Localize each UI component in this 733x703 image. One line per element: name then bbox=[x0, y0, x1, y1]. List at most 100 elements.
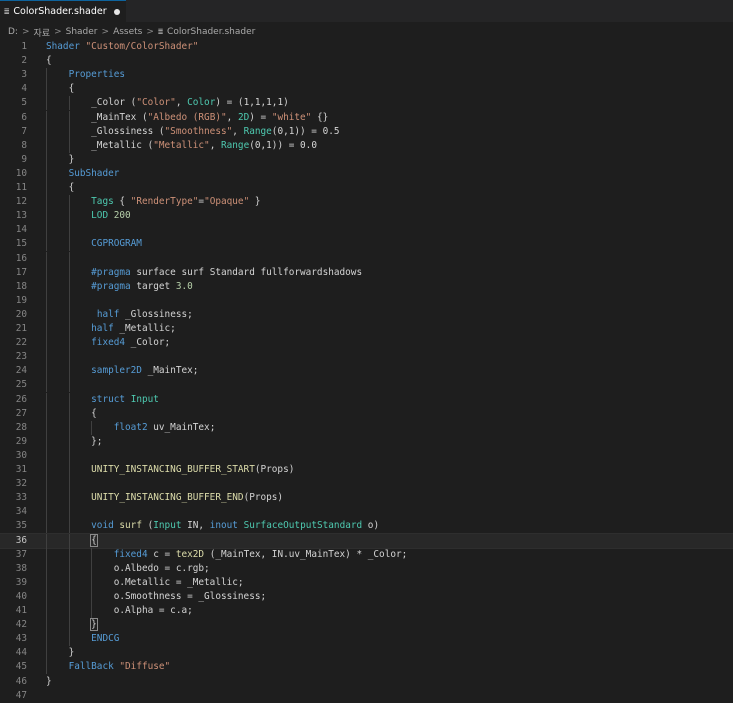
line-number[interactable]: 46 bbox=[0, 675, 27, 689]
line-number[interactable]: 23 bbox=[0, 350, 27, 364]
line-number[interactable]: 39 bbox=[0, 576, 27, 590]
line-number[interactable]: 28 bbox=[0, 421, 27, 435]
breadcrumb-folder-data[interactable]: 자료 bbox=[34, 26, 51, 39]
code-text[interactable]: Properties bbox=[46, 68, 125, 82]
code-text[interactable]: float2 uv_MainTex; bbox=[46, 421, 216, 435]
code-line[interactable]: 39 o.Metallic = _Metallic; bbox=[0, 575, 733, 590]
code-line[interactable]: 25 bbox=[0, 378, 733, 393]
code-text[interactable]: struct Input bbox=[46, 393, 159, 407]
code-text[interactable]: } bbox=[46, 646, 75, 660]
code-line[interactable]: 19 bbox=[0, 293, 733, 308]
line-number[interactable]: 21 bbox=[0, 322, 27, 336]
code-line[interactable]: 11 { bbox=[0, 181, 733, 196]
line-number[interactable]: 32 bbox=[0, 477, 27, 491]
code-line[interactable]: 34 bbox=[0, 505, 733, 520]
breadcrumb-folder-shader[interactable]: Shader bbox=[66, 27, 98, 37]
line-number[interactable]: 1 bbox=[0, 40, 27, 54]
line-number[interactable]: 17 bbox=[0, 266, 27, 280]
code-text[interactable]: _MainTex ("Albedo (RGB)", 2D) = "white" … bbox=[46, 111, 328, 125]
code-line[interactable]: 37 fixed4 c = tex2D (_MainTex, IN.uv_Mai… bbox=[0, 547, 733, 562]
code-line[interactable]: 28 float2 uv_MainTex; bbox=[0, 420, 733, 435]
code-line[interactable]: 13 LOD 200 bbox=[0, 209, 733, 224]
code-line[interactable]: 10 SubShader bbox=[0, 166, 733, 181]
code-line[interactable]: 31 UNITY_INSTANCING_BUFFER_START(Props) bbox=[0, 463, 733, 478]
code-line[interactable]: 17 #pragma surface surf Standard fullfor… bbox=[0, 265, 733, 280]
code-line[interactable]: 15 CGPROGRAM bbox=[0, 237, 733, 252]
code-text[interactable]: } bbox=[46, 675, 52, 689]
code-line[interactable]: 7 _Glossiness ("Smoothness", Range(0,1))… bbox=[0, 124, 733, 139]
breadcrumb-file[interactable]: ColorShader.shader bbox=[167, 27, 255, 37]
code-line[interactable]: 24 sampler2D _MainTex; bbox=[0, 364, 733, 379]
code-text[interactable]: #pragma surface surf Standard fullforwar… bbox=[46, 266, 362, 280]
tab-title[interactable]: ColorShader.shader bbox=[13, 6, 106, 17]
code-line[interactable]: 44 } bbox=[0, 646, 733, 661]
line-number[interactable]: 41 bbox=[0, 604, 27, 618]
code-text[interactable]: UNITY_INSTANCING_BUFFER_START(Props) bbox=[46, 463, 294, 477]
code-text[interactable]: _Metallic ("Metallic", Range(0,1)) = 0.0 bbox=[46, 139, 317, 153]
line-number[interactable]: 22 bbox=[0, 336, 27, 350]
line-number[interactable]: 43 bbox=[0, 632, 27, 646]
code-line[interactable]: 45 FallBack "Diffuse" bbox=[0, 660, 733, 675]
code-text[interactable]: o.Albedo = c.rgb; bbox=[46, 562, 210, 576]
line-number[interactable]: 14 bbox=[0, 223, 27, 237]
line-number[interactable]: 40 bbox=[0, 590, 27, 604]
line-number[interactable]: 13 bbox=[0, 209, 27, 223]
code-line[interactable]: 36 { bbox=[0, 532, 733, 549]
code-line[interactable]: 3 Properties bbox=[0, 68, 733, 83]
code-text[interactable]: fixed4 c = tex2D (_MainTex, IN.uv_MainTe… bbox=[46, 548, 408, 562]
code-text[interactable]: } bbox=[46, 618, 98, 632]
line-number[interactable]: 3 bbox=[0, 68, 27, 82]
code-line[interactable]: 1 Shader "Custom/ColorShader" bbox=[0, 40, 733, 54]
code-line[interactable]: 9 } bbox=[0, 152, 733, 167]
code-line[interactable]: 43 ENDCG bbox=[0, 632, 733, 647]
line-number[interactable]: 30 bbox=[0, 449, 27, 463]
code-text[interactable]: _Glossiness ("Smoothness", Range(0,1)) =… bbox=[46, 125, 339, 139]
line-number[interactable]: 20 bbox=[0, 308, 27, 322]
code-text[interactable]: Tags { "RenderType"="Opaque" } bbox=[46, 195, 260, 209]
code-text[interactable]: sampler2D _MainTex; bbox=[46, 364, 198, 378]
line-number[interactable]: 26 bbox=[0, 393, 27, 407]
code-text[interactable]: }; bbox=[46, 435, 102, 449]
line-number[interactable]: 2 bbox=[0, 54, 27, 68]
code-line[interactable]: 20 half _Glossiness; bbox=[0, 307, 733, 322]
code-editor[interactable]: 1 Shader "Custom/ColorShader" 2 {3 Properti… bbox=[0, 40, 733, 703]
code-line[interactable]: 30 bbox=[0, 448, 733, 463]
line-number[interactable]: 29 bbox=[0, 435, 27, 449]
line-number[interactable]: 33 bbox=[0, 491, 27, 505]
code-text[interactable]: { bbox=[46, 54, 52, 68]
code-line[interactable]: 35 void surf (Input IN, inout SurfaceOut… bbox=[0, 519, 733, 534]
line-number[interactable]: 38 bbox=[0, 562, 27, 576]
breadcrumb-folder-assets[interactable]: Assets bbox=[113, 27, 142, 37]
code-text[interactable]: LOD 200 bbox=[46, 209, 131, 223]
code-text[interactable]: o.Metallic = _Metallic; bbox=[46, 576, 244, 590]
line-number[interactable]: 47 bbox=[0, 689, 27, 703]
code-line[interactable]: 6 _MainTex ("Albedo (RGB)", 2D) = "white… bbox=[0, 110, 733, 125]
code-text[interactable]: UNITY_INSTANCING_BUFFER_END(Props) bbox=[46, 491, 283, 505]
code-line[interactable]: 21 half _Metallic; bbox=[0, 322, 733, 337]
line-number[interactable]: 11 bbox=[0, 181, 27, 195]
unsaved-dot-icon[interactable] bbox=[113, 8, 120, 15]
line-number[interactable]: 42 bbox=[0, 618, 27, 632]
code-text[interactable]: o.Smoothness = _Glossiness; bbox=[46, 590, 266, 604]
code-line[interactable]: 32 bbox=[0, 477, 733, 492]
code-text[interactable]: { bbox=[46, 533, 98, 548]
line-number[interactable]: 16 bbox=[0, 252, 27, 266]
code-text[interactable]: SubShader bbox=[46, 167, 120, 181]
code-text[interactable]: Shader "Custom/ColorShader" bbox=[46, 40, 198, 54]
code-text[interactable]: FallBack "Diffuse" bbox=[46, 660, 171, 674]
line-number[interactable]: 18 bbox=[0, 280, 27, 294]
line-number[interactable]: 31 bbox=[0, 463, 27, 477]
code-line[interactable]: 18 #pragma target 3.0 bbox=[0, 279, 733, 294]
code-line[interactable]: 12 Tags { "RenderType"="Opaque" } bbox=[0, 195, 733, 210]
line-number[interactable]: 36 bbox=[0, 534, 27, 548]
code-line[interactable]: 40 o.Smoothness = _Glossiness; bbox=[0, 589, 733, 604]
code-line[interactable]: 16 bbox=[0, 251, 733, 266]
code-line[interactable]: 41 o.Alpha = c.a; bbox=[0, 604, 733, 619]
line-number[interactable]: 19 bbox=[0, 294, 27, 308]
line-number[interactable]: 7 bbox=[0, 125, 27, 139]
code-line[interactable]: 42 } bbox=[0, 618, 733, 633]
code-text[interactable]: ENDCG bbox=[46, 632, 119, 646]
line-number[interactable]: 24 bbox=[0, 364, 27, 378]
code-text[interactable]: o.Alpha = c.a; bbox=[46, 604, 193, 618]
code-line[interactable]: 33 UNITY_INSTANCING_BUFFER_END(Props) bbox=[0, 491, 733, 506]
